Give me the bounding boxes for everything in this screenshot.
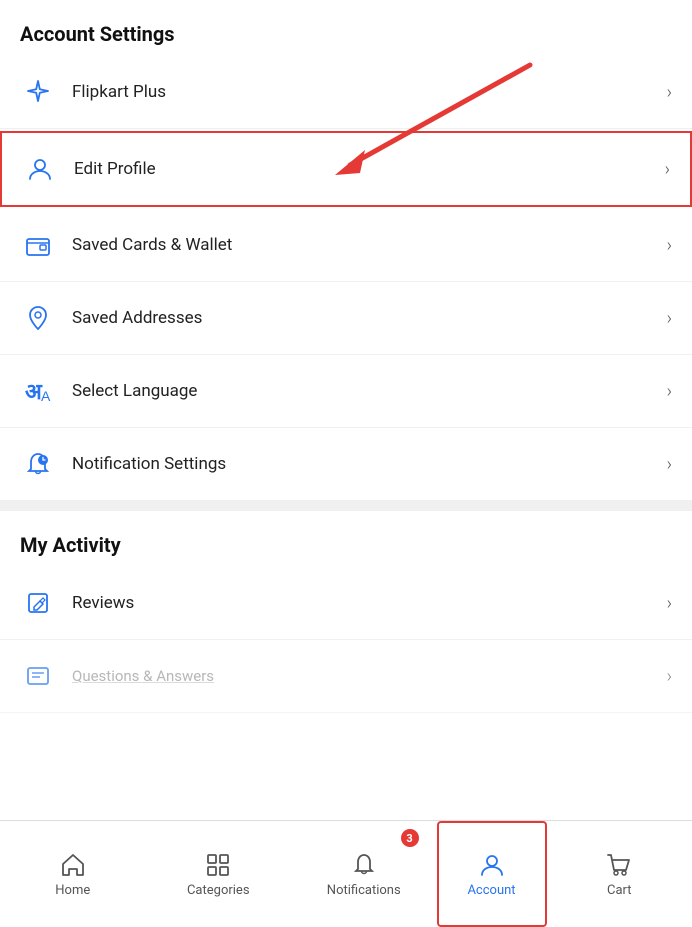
nav-account[interactable]: Account	[437, 821, 547, 927]
notification-settings-item[interactable]: Notification Settings ›	[0, 428, 692, 501]
account-settings-title: Account Settings	[0, 0, 692, 56]
nav-categories[interactable]: Categories	[146, 821, 292, 927]
select-language-chevron: ›	[667, 381, 672, 402]
main-content: Account Settings Flipkart Plus › Edit Pr…	[0, 0, 692, 820]
account-label: Account	[467, 883, 515, 898]
sparkle-icon	[20, 74, 56, 110]
questions-answers-label: Questions & Answers	[72, 667, 667, 685]
edit-profile-label: Edit Profile	[74, 159, 665, 179]
user-icon	[22, 151, 58, 187]
notification-settings-icon	[20, 446, 56, 482]
bell-icon	[350, 851, 378, 879]
edit-icon	[20, 585, 56, 621]
select-language-item[interactable]: अ A Select Language ›	[0, 355, 692, 428]
saved-cards-item[interactable]: Saved Cards & Wallet ›	[0, 209, 692, 282]
reviews-chevron: ›	[667, 593, 672, 614]
notification-settings-label: Notification Settings	[72, 454, 667, 474]
bottom-nav: Home Categories 3 Notifications	[0, 820, 692, 927]
questions-answers-item[interactable]: Questions & Answers ›	[0, 640, 692, 713]
qa-icon	[20, 658, 56, 694]
questions-answers-chevron: ›	[667, 666, 672, 687]
my-activity-section: My Activity Reviews › Que	[0, 511, 692, 713]
notifications-label: Notifications	[327, 883, 401, 898]
nav-cart[interactable]: Cart	[547, 821, 692, 927]
language-icon: अ A	[20, 373, 56, 409]
cart-icon	[605, 851, 633, 879]
home-label: Home	[55, 883, 90, 898]
wallet-icon	[20, 227, 56, 263]
reviews-item[interactable]: Reviews ›	[0, 567, 692, 640]
account-icon	[478, 851, 506, 879]
select-language-label: Select Language	[72, 381, 667, 401]
saved-addresses-label: Saved Addresses	[72, 308, 667, 328]
edit-profile-chevron: ›	[665, 159, 670, 180]
categories-icon	[204, 851, 232, 879]
reviews-label: Reviews	[72, 593, 667, 613]
account-settings-section: Account Settings Flipkart Plus › Edit Pr…	[0, 0, 692, 501]
location-icon	[20, 300, 56, 336]
flipkart-plus-label: Flipkart Plus	[72, 82, 667, 102]
nav-notifications[interactable]: 3 Notifications	[291, 821, 437, 927]
notification-badge: 3	[401, 829, 419, 847]
saved-cards-chevron: ›	[667, 235, 672, 256]
notification-settings-chevron: ›	[667, 454, 672, 475]
saved-addresses-item[interactable]: Saved Addresses ›	[0, 282, 692, 355]
home-icon	[59, 851, 87, 879]
section-divider	[0, 501, 692, 511]
svg-text:A: A	[41, 388, 51, 404]
saved-addresses-chevron: ›	[667, 308, 672, 329]
saved-cards-label: Saved Cards & Wallet	[72, 235, 667, 255]
edit-profile-item[interactable]: Edit Profile ›	[0, 131, 692, 207]
flipkart-plus-item[interactable]: Flipkart Plus ›	[0, 56, 692, 129]
my-activity-title: My Activity	[0, 511, 692, 567]
flipkart-plus-chevron: ›	[667, 82, 672, 103]
cart-label: Cart	[607, 883, 632, 898]
categories-label: Categories	[187, 883, 250, 898]
nav-home[interactable]: Home	[0, 821, 146, 927]
